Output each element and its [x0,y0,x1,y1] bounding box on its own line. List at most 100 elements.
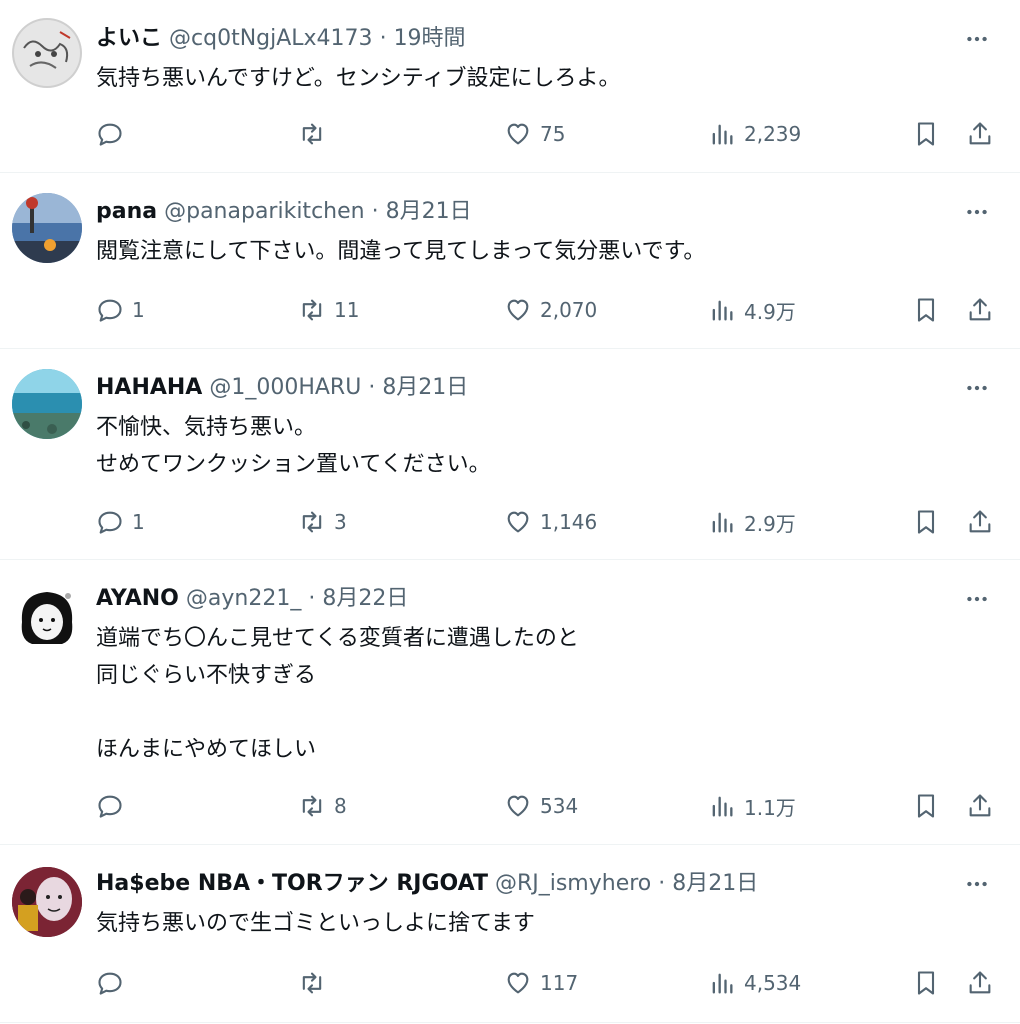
bookmark-icon [917,510,935,534]
reply-button[interactable] [96,966,132,1000]
text-line: 同じぐらい不快すぎる [96,663,317,688]
display-name[interactable]: AYANO [96,586,179,611]
separator-dot: · [379,26,387,51]
post[interactable]: pana @panaparikitchen · 8月21日 閲覧注意にして下さい… [0,173,1020,349]
share-icon [969,794,991,817]
timestamp[interactable]: 8月22日 [322,586,408,611]
avatar[interactable] [12,582,82,652]
view-count: 2,239 [744,122,802,146]
bookmark-icon [917,794,935,818]
post[interactable]: よいこ @cq0tNgjALx4173 · 19時間 気持ち悪いんですけど。セン… [0,0,1020,173]
post[interactable]: HAHAHA @1_000HARU · 8月21日 不愉快、気持ち悪い。 せめて… [0,349,1020,560]
more-button[interactable] [962,373,992,403]
display-name[interactable]: HAHAHA [96,375,202,400]
view-count: 4,534 [744,971,802,995]
views-button[interactable]: 4.9万 [708,293,796,327]
bookmark-button[interactable] [912,789,940,823]
views-icon [712,796,733,817]
text-line: 不愉快、気持ち悪い。 [96,415,317,440]
views-button[interactable]: 1.1万 [708,789,796,823]
user-handle[interactable]: @panaparikitchen [164,199,364,224]
reply-button[interactable] [96,789,132,823]
retweet-button[interactable] [298,966,334,1000]
timestamp[interactable]: 8月21日 [382,375,468,400]
action-bar: 117 4,534 [96,966,992,1000]
retweet-button[interactable]: 8 [298,789,347,823]
avatar[interactable] [12,867,82,937]
timestamp[interactable]: 8月21日 [672,871,758,896]
user-handle[interactable]: @RJ_ismyhero [495,871,651,896]
heart-icon [507,972,529,994]
timestamp[interactable]: 8月21日 [386,199,472,224]
timestamp[interactable]: 19時間 [394,26,466,51]
user-handle[interactable]: @1_000HARU [209,375,361,400]
retweet-icon [302,123,322,145]
like-button[interactable]: 1,146 [504,505,597,539]
views-icon [712,300,733,321]
reply-count: 1 [132,510,145,534]
avatar[interactable] [12,193,82,263]
bookmark-button[interactable] [912,966,940,1000]
views-button[interactable]: 2.9万 [708,505,796,539]
more-icon [967,881,987,887]
more-button[interactable] [962,869,992,899]
reply-button[interactable]: 1 [96,505,145,539]
post-text: 気持ち悪いんですけど。センシティブ設定にしろよ。 [96,60,980,97]
reply-button[interactable] [96,117,132,151]
share-button[interactable] [966,117,994,151]
more-button[interactable] [962,24,992,54]
user-handle[interactable]: @cq0tNgjALx4173 [169,26,373,51]
share-icon [969,122,991,145]
reply-icon [98,972,122,995]
heart-icon [507,795,529,817]
bookmark-button[interactable] [912,117,940,151]
retweet-button[interactable]: 3 [298,505,347,539]
views-icon [712,512,733,533]
display-name[interactable]: Ha$ebe NBA・TORファン RJGOAT [96,871,488,896]
view-count: 4.9万 [744,299,796,324]
sunset-avatar-image [12,193,82,263]
share-button[interactable] [966,293,994,327]
action-bar: 8 534 1.1万 [96,789,992,823]
like-button[interactable]: 117 [504,966,578,1000]
post[interactable]: AYANO @ayn221_ · 8月22日 道端でち〇んこ見せてくる変質者に遭… [0,560,1020,845]
bookmark-button[interactable] [912,293,940,327]
post-text: 閲覧注意にして下さい。間違って見てしまって気分悪いです。 [96,233,980,270]
display-name[interactable]: pana [96,199,157,224]
more-icon [967,596,987,602]
views-button[interactable]: 2,239 [708,117,801,151]
post-text: 気持ち悪いので生ゴミといっしよに捨てます [96,905,980,942]
bookmark-icon [917,298,935,322]
heart-icon [507,511,529,533]
share-button[interactable] [966,505,994,539]
views-button[interactable]: 4,534 [708,966,801,1000]
avatar[interactable] [12,18,82,88]
retweet-icon [302,511,322,533]
retweet-button[interactable] [298,117,334,151]
more-button[interactable] [962,197,992,227]
reply-count: 1 [132,298,145,322]
like-count: 1,146 [540,510,598,534]
like-button[interactable]: 75 [504,117,565,151]
display-name[interactable]: よいこ [96,26,162,51]
share-button[interactable] [966,966,994,1000]
share-icon [969,510,991,533]
separator-dot: · [308,586,316,611]
retweet-button[interactable]: 11 [298,293,359,327]
share-button[interactable] [966,789,994,823]
like-count: 75 [540,122,566,146]
reply-button[interactable]: 1 [96,293,145,327]
user-handle[interactable]: @ayn221_ [186,586,301,611]
retweet-icon [302,972,322,994]
like-button[interactable]: 2,070 [504,293,597,327]
avatar[interactable] [12,369,82,439]
more-icon [967,385,987,391]
like-button[interactable]: 534 [504,789,578,823]
post[interactable]: Ha$ebe NBA・TORファン RJGOAT @RJ_ismyhero · … [0,845,1020,1023]
heart-icon [507,123,529,145]
more-icon [967,209,987,215]
bookmark-button[interactable] [912,505,940,539]
view-count: 1.1万 [744,795,796,820]
bookmark-icon [917,971,935,995]
more-button[interactable] [962,584,992,614]
